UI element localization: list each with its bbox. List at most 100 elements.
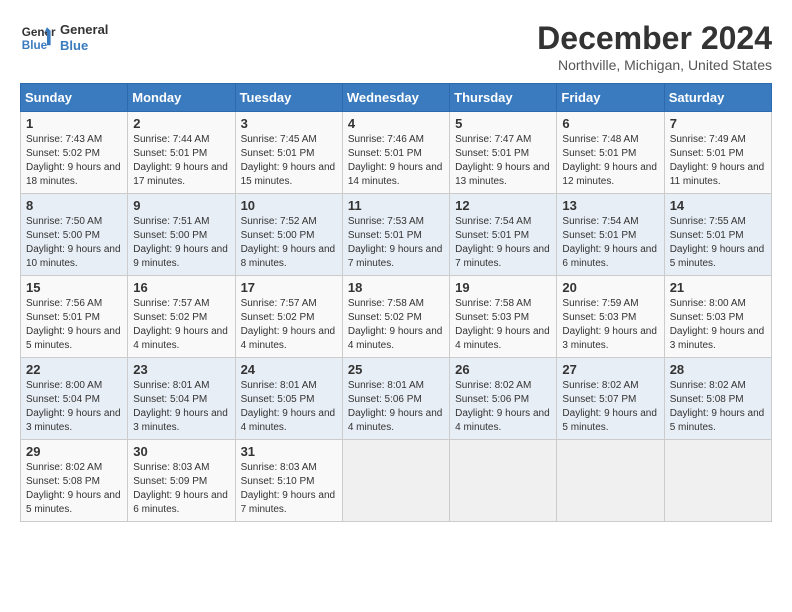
- day-info: Sunrise: 8:03 AM Sunset: 5:09 PM Dayligh…: [133, 461, 229, 517]
- calendar-cell: 17 Sunrise: 7:57 AM Sunset: 5:02 PM Dayli…: [235, 276, 342, 358]
- calendar-cell: 24Sunrise: 8:01 AM Sunset: 5:05 PM Dayli…: [235, 358, 342, 440]
- day-info: Sunrise: 7:57 AM Sunset: 5:02 PM Dayligh…: [133, 297, 229, 353]
- day-info: Sunrise: 7:47 AM Sunset: 5:01 PM Dayligh…: [455, 133, 551, 189]
- day-info: Sunrise: 7:58 AM Sunset: 5:02 PM Dayligh…: [348, 297, 444, 353]
- calendar-cell: 29Sunrise: 8:02 AM Sunset: 5:08 PM Dayli…: [21, 440, 128, 522]
- day-info: Sunrise: 8:00 AM Sunset: 5:03 PM Dayligh…: [670, 297, 766, 353]
- day-number: 27: [562, 362, 658, 377]
- day-info: Sunrise: 7:54 AM Sunset: 5:01 PM Dayligh…: [562, 215, 658, 271]
- calendar-cell: [342, 440, 449, 522]
- day-number: 9: [133, 198, 229, 213]
- day-number: 21: [670, 280, 766, 295]
- day-number: 16: [133, 280, 229, 295]
- calendar-cell: 18 Sunrise: 7:58 AM Sunset: 5:02 PM Dayli…: [342, 276, 449, 358]
- calendar-cell: 4 Sunrise: 7:46 AM Sunset: 5:01 PM Daylig…: [342, 112, 449, 194]
- day-number: 30: [133, 444, 229, 459]
- calendar-body: 1Sunrise: 7:43 AM Sunset: 5:02 PM Daylig…: [21, 112, 772, 522]
- day-number: 18: [348, 280, 444, 295]
- calendar-cell: 3Sunrise: 7:45 AM Sunset: 5:01 PM Daylig…: [235, 112, 342, 194]
- calendar-cell: 13Sunrise: 7:54 AM Sunset: 5:01 PM Dayli…: [557, 194, 664, 276]
- calendar-cell: 1Sunrise: 7:43 AM Sunset: 5:02 PM Daylig…: [21, 112, 128, 194]
- calendar-cell: [450, 440, 557, 522]
- day-info: Sunrise: 8:00 AM Sunset: 5:04 PM Dayligh…: [26, 379, 122, 435]
- calendar-cell: 10 Sunrise: 7:52 AM Sunset: 5:00 PM Dayli…: [235, 194, 342, 276]
- week-row-5: 29Sunrise: 8:02 AM Sunset: 5:08 PM Dayli…: [21, 440, 772, 522]
- day-number: 11: [348, 198, 444, 213]
- calendar-cell: 27 Sunrise: 8:02 AM Sunset: 5:07 PM Dayli…: [557, 358, 664, 440]
- day-info: Sunrise: 7:50 AM Sunset: 5:00 PM Dayligh…: [26, 215, 122, 271]
- day-number: 4: [348, 116, 444, 131]
- calendar-cell: 7Sunrise: 7:49 AM Sunset: 5:01 PM Daylig…: [664, 112, 771, 194]
- logo-line1: General: [60, 22, 108, 38]
- day-info: Sunrise: 7:49 AM Sunset: 5:01 PM Dayligh…: [670, 133, 766, 189]
- day-number: 31: [241, 444, 337, 459]
- week-row-3: 15 Sunrise: 7:56 AM Sunset: 5:01 PM Dayli…: [21, 276, 772, 358]
- day-info: Sunrise: 7:58 AM Sunset: 5:03 PM Dayligh…: [455, 297, 551, 353]
- calendar-cell: 12 Sunrise: 7:54 AM Sunset: 5:01 PM Dayli…: [450, 194, 557, 276]
- day-number: 15: [26, 280, 122, 295]
- svg-text:Blue: Blue: [22, 39, 48, 52]
- page-header: General Blue General Blue December 2024 …: [20, 20, 772, 73]
- day-number: 26: [455, 362, 551, 377]
- day-info: Sunrise: 7:45 AM Sunset: 5:01 PM Dayligh…: [241, 133, 337, 189]
- day-info: Sunrise: 8:02 AM Sunset: 5:07 PM Dayligh…: [562, 379, 658, 435]
- calendar-cell: 11 Sunrise: 7:53 AM Sunset: 5:01 PM Dayli…: [342, 194, 449, 276]
- calendar-table: SundayMondayTuesdayWednesdayThursdayFrid…: [20, 83, 772, 522]
- day-info: Sunrise: 7:52 AM Sunset: 5:00 PM Dayligh…: [241, 215, 337, 271]
- day-number: 8: [26, 198, 122, 213]
- day-info: Sunrise: 8:02 AM Sunset: 5:08 PM Dayligh…: [670, 379, 766, 435]
- calendar-cell: 14Sunrise: 7:55 AM Sunset: 5:01 PM Dayli…: [664, 194, 771, 276]
- week-row-1: 1Sunrise: 7:43 AM Sunset: 5:02 PM Daylig…: [21, 112, 772, 194]
- day-number: 2: [133, 116, 229, 131]
- day-info: Sunrise: 7:56 AM Sunset: 5:01 PM Dayligh…: [26, 297, 122, 353]
- day-info: Sunrise: 7:59 AM Sunset: 5:03 PM Dayligh…: [562, 297, 658, 353]
- day-info: Sunrise: 7:57 AM Sunset: 5:02 PM Dayligh…: [241, 297, 337, 353]
- calendar-cell: [557, 440, 664, 522]
- day-info: Sunrise: 7:46 AM Sunset: 5:01 PM Dayligh…: [348, 133, 444, 189]
- day-number: 19: [455, 280, 551, 295]
- calendar-cell: 23Sunrise: 8:01 AM Sunset: 5:04 PM Dayli…: [128, 358, 235, 440]
- day-info: Sunrise: 8:03 AM Sunset: 5:10 PM Dayligh…: [241, 461, 337, 517]
- calendar-cell: 15 Sunrise: 7:56 AM Sunset: 5:01 PM Dayli…: [21, 276, 128, 358]
- day-info: Sunrise: 7:53 AM Sunset: 5:01 PM Dayligh…: [348, 215, 444, 271]
- day-header-monday: Monday: [128, 84, 235, 112]
- calendar-cell: 21 Sunrise: 8:00 AM Sunset: 5:03 PM Dayli…: [664, 276, 771, 358]
- day-header-thursday: Thursday: [450, 84, 557, 112]
- day-header-sunday: Sunday: [21, 84, 128, 112]
- day-number: 25: [348, 362, 444, 377]
- day-number: 29: [26, 444, 122, 459]
- day-number: 10: [241, 198, 337, 213]
- day-info: Sunrise: 7:43 AM Sunset: 5:02 PM Dayligh…: [26, 133, 122, 189]
- calendar-cell: 26 Sunrise: 8:02 AM Sunset: 5:06 PM Dayli…: [450, 358, 557, 440]
- day-info: Sunrise: 8:02 AM Sunset: 5:06 PM Dayligh…: [455, 379, 551, 435]
- day-number: 24: [241, 362, 337, 377]
- calendar-cell: 8 Sunrise: 7:50 AM Sunset: 5:00 PM Daylig…: [21, 194, 128, 276]
- calendar-cell: 30 Sunrise: 8:03 AM Sunset: 5:09 PM Dayli…: [128, 440, 235, 522]
- day-number: 22: [26, 362, 122, 377]
- day-info: Sunrise: 7:54 AM Sunset: 5:01 PM Dayligh…: [455, 215, 551, 271]
- day-info: Sunrise: 8:01 AM Sunset: 5:06 PM Dayligh…: [348, 379, 444, 435]
- day-header-wednesday: Wednesday: [342, 84, 449, 112]
- calendar-cell: 2Sunrise: 7:44 AM Sunset: 5:01 PM Daylig…: [128, 112, 235, 194]
- day-number: 28: [670, 362, 766, 377]
- calendar-cell: 22 Sunrise: 8:00 AM Sunset: 5:04 PM Dayli…: [21, 358, 128, 440]
- week-row-4: 22 Sunrise: 8:00 AM Sunset: 5:04 PM Dayli…: [21, 358, 772, 440]
- day-number: 14: [670, 198, 766, 213]
- location: Northville, Michigan, United States: [537, 57, 772, 73]
- day-header-tuesday: Tuesday: [235, 84, 342, 112]
- calendar-cell: 28 Sunrise: 8:02 AM Sunset: 5:08 PM Dayli…: [664, 358, 771, 440]
- calendar-header-row: SundayMondayTuesdayWednesdayThursdayFrid…: [21, 84, 772, 112]
- calendar-cell: 5Sunrise: 7:47 AM Sunset: 5:01 PM Daylig…: [450, 112, 557, 194]
- calendar-cell: 31 Sunrise: 8:03 AM Sunset: 5:10 PM Dayli…: [235, 440, 342, 522]
- day-number: 12: [455, 198, 551, 213]
- calendar-cell: 25 Sunrise: 8:01 AM Sunset: 5:06 PM Dayli…: [342, 358, 449, 440]
- logo-icon: General Blue: [20, 20, 56, 56]
- day-number: 17: [241, 280, 337, 295]
- svg-text:General: General: [22, 26, 56, 39]
- day-header-saturday: Saturday: [664, 84, 771, 112]
- day-info: Sunrise: 7:51 AM Sunset: 5:00 PM Dayligh…: [133, 215, 229, 271]
- calendar-cell: [664, 440, 771, 522]
- title-block: December 2024 Northville, Michigan, Unit…: [537, 20, 772, 73]
- day-number: 23: [133, 362, 229, 377]
- logo-text: General Blue: [60, 22, 108, 53]
